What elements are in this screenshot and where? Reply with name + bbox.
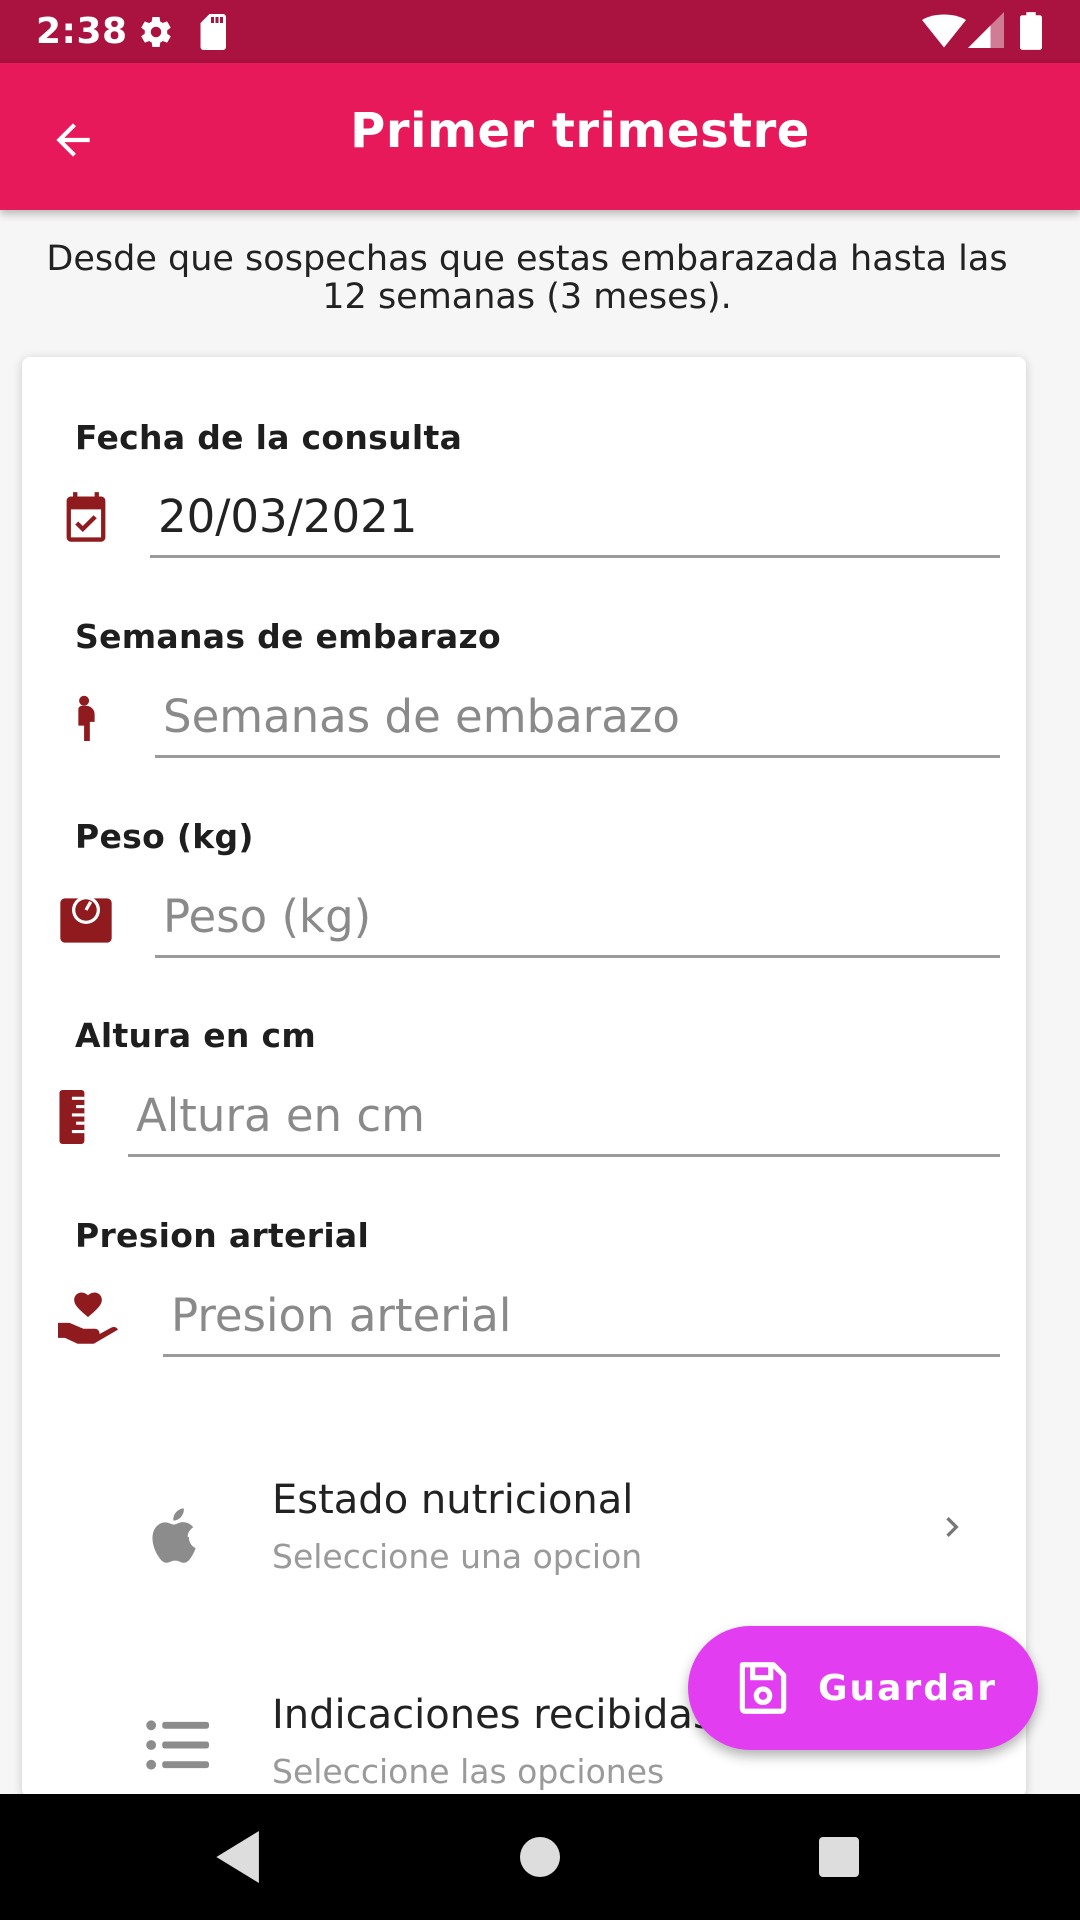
app-bar: Primer trimestre [0,63,1080,210]
list-icon [142,1710,212,1780]
option-title: Indicaciones recibidas [272,1692,714,1738]
triangle-back-icon [216,1831,259,1883]
system-nav-bar [0,1794,1080,1920]
settings-icon [141,17,171,48]
page-title: Primer trimestre [350,103,810,159]
save-icon [739,1662,787,1714]
wifi-icon [922,14,966,48]
square-recents-icon [819,1837,859,1877]
altura-input[interactable] [128,1077,1000,1157]
fecha-input[interactable] [150,478,1000,558]
semanas-label: Semanas de embarazo [75,617,501,656]
nav-back-button[interactable] [207,1824,273,1890]
option-title: Estado nutricional [272,1477,634,1523]
status-bar: 2:38 [0,0,1080,63]
pregnant-woman-icon [56,688,116,748]
guardar-button[interactable]: Guardar [688,1626,1038,1750]
peso-label: Peso (kg) [75,817,254,856]
status-time: 2:38 [36,11,128,52]
option-subtitle: Seleccione una opcion [272,1537,643,1576]
heart-hand-icon [58,1286,118,1346]
chevron-right-icon [946,1517,959,1537]
peso-input[interactable] [155,878,1000,958]
option-subtitle: Seleccione las opciones [272,1752,665,1791]
guardar-label: Guardar [818,1667,998,1709]
fecha-label: Fecha de la consulta [75,418,463,457]
signal-icon [968,12,1004,48]
presion-input[interactable] [163,1277,1000,1357]
semanas-input[interactable] [155,678,1000,758]
circle-home-icon [520,1837,560,1877]
presion-label: Presion arterial [75,1216,370,1255]
option-estado-nutricional[interactable]: Estado nutricional Seleccione una opcion [22,1445,1026,1615]
nav-home-button[interactable] [507,1824,573,1890]
apple-icon [142,1500,212,1570]
sd-card-icon [200,14,226,50]
weight-scale-icon [56,887,116,947]
battery-icon [1020,12,1042,50]
ruler-icon [44,1087,104,1147]
page-description: Desde que sospechas que estas embarazada… [46,239,1008,317]
calendar-check-icon [56,488,116,548]
nav-recents-button[interactable] [806,1824,872,1890]
altura-label: Altura en cm [75,1016,317,1055]
